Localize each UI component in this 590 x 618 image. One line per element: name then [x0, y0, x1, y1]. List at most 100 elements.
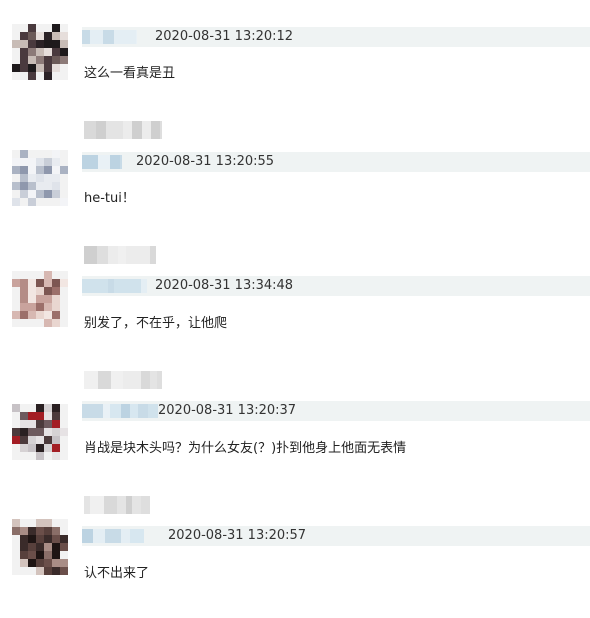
avatar-pixel	[60, 436, 68, 444]
avatar-pixel	[28, 303, 36, 311]
username-pixel	[141, 371, 150, 389]
username-pixel	[118, 246, 126, 264]
username-pixel	[151, 121, 160, 139]
username-pixel	[104, 496, 117, 514]
avatar-pixel	[20, 48, 28, 56]
avatar-pixel	[52, 559, 60, 567]
avatar-pixel	[28, 279, 36, 287]
avatar-pixel	[20, 535, 28, 543]
avatar-pixel	[12, 303, 20, 311]
avatar-pixel	[36, 48, 44, 56]
avatar-pixel	[28, 158, 36, 166]
avatar-pixel	[44, 311, 52, 319]
comment-item: 2020-08-31 13:20:55 he-tui！	[0, 118, 590, 243]
avatar[interactable]	[12, 404, 68, 460]
avatar-pixel	[28, 543, 36, 551]
avatar-pixel	[44, 567, 52, 575]
avatar-pixel	[36, 527, 44, 535]
avatar-pixel	[12, 535, 20, 543]
avatar-pixel	[60, 567, 68, 575]
username-pixel	[117, 496, 126, 514]
avatar-pixel	[36, 166, 44, 174]
avatar-pixel	[52, 40, 60, 48]
avatar-pixel	[44, 559, 52, 567]
avatar-pixel	[60, 420, 68, 428]
comment-text: he-tui！	[84, 191, 135, 206]
avatar-pixel	[12, 559, 20, 567]
avatar-pixel	[52, 303, 60, 311]
avatar-pixel	[60, 166, 68, 174]
username-pixel	[82, 30, 90, 44]
username-pixel	[111, 371, 123, 389]
avatar-pixel	[52, 56, 60, 64]
avatar-pixel	[52, 166, 60, 174]
avatar-pixel	[52, 543, 60, 551]
avatar-pixel	[28, 48, 36, 56]
username-pixel	[126, 246, 140, 264]
avatar-pixel	[20, 452, 28, 460]
avatar-pixel	[60, 559, 68, 567]
avatar-pixel	[60, 174, 68, 182]
avatar-pixel	[20, 32, 28, 40]
username-pixel	[129, 279, 141, 293]
username[interactable]	[82, 529, 144, 543]
avatar-pixel	[20, 40, 28, 48]
username-blurred	[84, 121, 162, 139]
avatar-pixel	[12, 295, 20, 303]
avatar-pixel	[20, 436, 28, 444]
avatar[interactable]	[12, 150, 68, 206]
username-pixel	[141, 529, 144, 543]
avatar-pixel	[28, 295, 36, 303]
avatar-pixel	[28, 559, 36, 567]
username-pixel	[90, 30, 103, 44]
username-pixel	[108, 246, 118, 264]
avatar-pixel	[44, 32, 52, 40]
avatar[interactable]	[12, 519, 68, 575]
avatar-pixel	[12, 150, 20, 158]
avatar[interactable]	[12, 271, 68, 327]
avatar-pixel	[52, 174, 60, 182]
username[interactable]	[82, 404, 158, 418]
avatar-pixel	[20, 420, 28, 428]
avatar-pixel	[28, 40, 36, 48]
avatar-pixel	[36, 551, 44, 559]
avatar-pixel	[44, 279, 52, 287]
avatar-pixel	[36, 24, 44, 32]
username-pixel	[148, 404, 158, 418]
username-pixel	[98, 155, 110, 169]
avatar-pixel	[52, 24, 60, 32]
avatar-pixel	[12, 420, 20, 428]
avatar[interactable]	[12, 24, 68, 80]
username-pixel	[94, 404, 103, 418]
username[interactable]	[82, 30, 137, 44]
avatar-pixel	[28, 551, 36, 559]
avatar-pixel	[44, 551, 52, 559]
avatar-pixel	[60, 64, 68, 72]
avatar-pixel	[12, 198, 20, 206]
avatar-pixel	[36, 72, 44, 80]
username-pixel	[82, 404, 94, 418]
avatar-pixel	[44, 527, 52, 535]
username-blurred	[84, 496, 150, 514]
avatar-pixel	[52, 182, 60, 190]
avatar-pixel	[60, 150, 68, 158]
avatar-pixel	[20, 56, 28, 64]
avatar-pixel	[20, 295, 28, 303]
username[interactable]	[82, 155, 122, 169]
username[interactable]	[82, 279, 147, 293]
avatar-pixel	[60, 287, 68, 295]
avatar-pixel	[20, 543, 28, 551]
username-pixel	[84, 121, 96, 139]
avatar-pixel	[28, 72, 36, 80]
avatar-pixel	[20, 428, 28, 436]
avatar-pixel	[36, 303, 44, 311]
avatar-pixel	[36, 428, 44, 436]
avatar-pixel	[12, 32, 20, 40]
avatar-pixel	[44, 543, 52, 551]
avatar-pixel	[28, 519, 36, 527]
avatar-pixel	[44, 182, 52, 190]
avatar-pixel	[36, 64, 44, 72]
avatar-pixel	[52, 271, 60, 279]
avatar-pixel	[52, 420, 60, 428]
avatar-pixel	[12, 287, 20, 295]
